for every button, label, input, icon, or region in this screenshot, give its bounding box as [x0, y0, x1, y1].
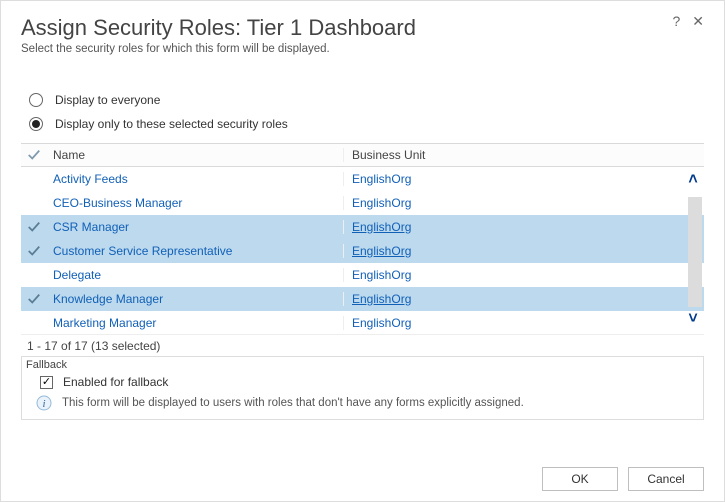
role-name-link[interactable]: Customer Service Representative [53, 244, 232, 258]
svg-text:i: i [42, 398, 45, 410]
role-name-link[interactable]: Activity Feeds [53, 172, 128, 186]
fallback-info-text: This form will be displayed to users wit… [62, 397, 524, 409]
table-row[interactable]: CEO-Business Manager EnglishOrg [21, 191, 704, 215]
dialog-header: Assign Security Roles: Tier 1 Dashboard … [21, 1, 704, 55]
business-unit-link[interactable]: EnglishOrg [352, 268, 411, 282]
display-radio-group: Display to everyone Display only to thes… [21, 89, 704, 135]
business-unit-link[interactable]: EnglishOrg [352, 196, 411, 210]
scroll-arrows: ˄ ˅ [684, 167, 702, 334]
column-bu-header[interactable]: Business Unit [344, 148, 684, 162]
checkmark-icon [27, 148, 41, 162]
role-name-link[interactable]: Knowledge Manager [53, 292, 163, 306]
table-row[interactable]: Delegate EnglishOrg [21, 263, 704, 287]
role-name-link[interactable]: Marketing Manager [53, 316, 156, 330]
dialog-title: Assign Security Roles: Tier 1 Dashboard [21, 15, 704, 41]
business-unit-link[interactable]: EnglishOrg [352, 316, 411, 330]
checkmark-icon [27, 244, 41, 258]
table-row[interactable]: Customer Service Representative EnglishOr… [21, 239, 704, 263]
fallback-checkbox-row[interactable]: Enabled for fallback [22, 371, 703, 391]
column-select-all[interactable] [21, 148, 49, 162]
business-unit-link[interactable]: EnglishOrg [352, 244, 411, 258]
header-buttons: ? ✕ [672, 13, 704, 30]
scroll-up-icon[interactable]: ˄ [688, 171, 697, 189]
table-row[interactable]: Marketing Manager EnglishOrg [21, 311, 704, 334]
radio-everyone-label: Display to everyone [55, 93, 160, 107]
info-icon: i [36, 395, 52, 411]
column-name-header[interactable]: Name [49, 148, 344, 162]
table-row[interactable]: Activity Feeds EnglishOrg [21, 167, 704, 191]
business-unit-link[interactable]: EnglishOrg [352, 292, 411, 306]
radio-selected-roles[interactable]: Display only to these selected security … [29, 113, 704, 135]
checkbox-icon [40, 376, 53, 389]
table-row[interactable]: CSR Manager EnglishOrg [21, 215, 704, 239]
ok-button[interactable]: OK [542, 467, 618, 491]
row-check[interactable] [21, 292, 49, 306]
business-unit-link[interactable]: EnglishOrg [352, 220, 411, 234]
fallback-heading: Fallback [22, 357, 703, 371]
dialog-subtitle: Select the security roles for which this… [21, 43, 704, 55]
table-row[interactable]: Knowledge Manager EnglishOrg [21, 287, 704, 311]
row-check[interactable] [21, 244, 49, 258]
radio-everyone[interactable]: Display to everyone [29, 89, 704, 111]
assign-roles-dialog: Assign Security Roles: Tier 1 Dashboard … [0, 0, 725, 502]
table-body: Activity FeedsEnglishOrgCEO-Business Man… [21, 167, 704, 334]
page-count: 1 - 17 of 17 (13 selected) [21, 334, 704, 356]
table-header-row: Name Business Unit [21, 143, 704, 167]
close-icon[interactable]: ✕ [692, 13, 704, 30]
radio-selected-label: Display only to these selected security … [55, 117, 288, 131]
fallback-section: Fallback Enabled for fallback i This for… [21, 356, 704, 420]
fallback-enabled-label: Enabled for fallback [63, 375, 168, 389]
dialog-footer: OK Cancel [542, 467, 704, 491]
role-name-link[interactable]: CSR Manager [53, 220, 129, 234]
fallback-info-row: i This form will be displayed to users w… [22, 391, 703, 419]
radio-icon [29, 93, 43, 107]
roles-table: Name Business Unit Activity Feeds English… [21, 143, 704, 356]
checkmark-icon [27, 220, 41, 234]
radio-icon [29, 117, 43, 131]
role-name-link[interactable]: CEO-Business Manager [53, 196, 182, 210]
row-check[interactable] [21, 220, 49, 234]
cancel-button[interactable]: Cancel [628, 467, 704, 491]
role-name-link[interactable]: Delegate [53, 268, 101, 282]
checkmark-icon [27, 292, 41, 306]
scroll-down-icon[interactable]: ˅ [688, 310, 697, 328]
business-unit-link[interactable]: EnglishOrg [352, 172, 411, 186]
help-icon[interactable]: ? [672, 13, 680, 30]
